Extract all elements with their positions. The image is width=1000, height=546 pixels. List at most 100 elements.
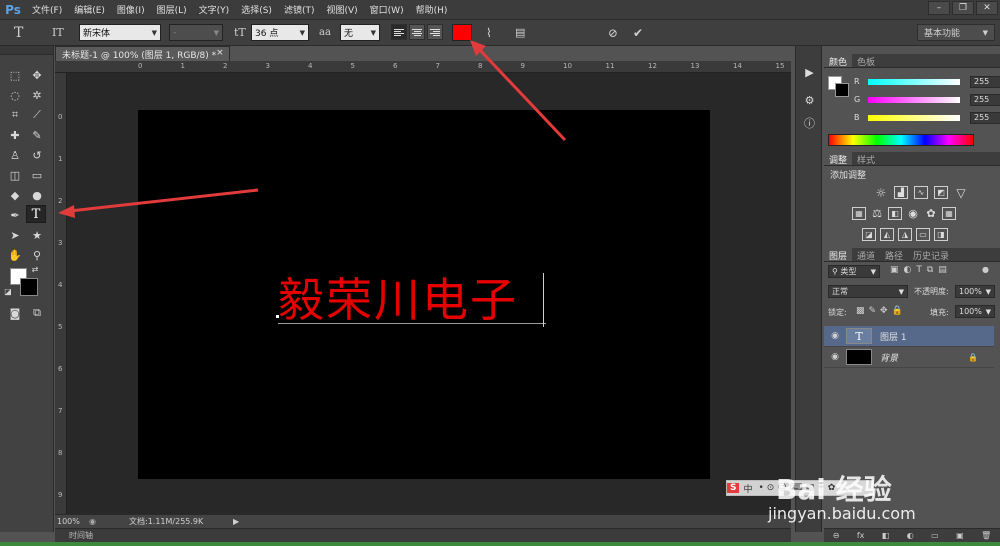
default-colors-icon[interactable]: ◪: [3, 286, 13, 296]
menu-layer[interactable]: 图层(L): [151, 3, 193, 16]
tab-history[interactable]: 历史记录: [908, 248, 954, 262]
vertical-ruler[interactable]: 0 1 2 3 4 5 6 7 8 9: [55, 73, 67, 514]
info-icon[interactable]: ⓘ: [801, 114, 818, 131]
levels-icon[interactable]: ▟: [894, 186, 908, 199]
align-center-button[interactable]: [409, 24, 425, 40]
canvas-text-layer[interactable]: 毅荣川电子: [278, 270, 518, 330]
selective-color-icon[interactable]: ◨: [934, 228, 948, 241]
blue-slider[interactable]: B 255: [854, 111, 1000, 124]
layer-row-background[interactable]: ◉ 背景 🔒: [824, 347, 994, 368]
layer-name[interactable]: 背景: [880, 351, 968, 364]
red-value[interactable]: 255: [970, 75, 1000, 88]
menu-view[interactable]: 视图(V): [320, 3, 363, 16]
background-color-swatch[interactable]: [20, 278, 38, 296]
font-style-select[interactable]: - ▼: [169, 24, 223, 41]
history-brush-icon[interactable]: ↺: [27, 146, 47, 164]
menu-type[interactable]: 文字(Y): [193, 3, 236, 16]
tab-layers[interactable]: 图层: [824, 248, 853, 262]
red-track[interactable]: [868, 78, 960, 85]
color-spectrum[interactable]: [828, 134, 974, 146]
opacity-field[interactable]: 100% ▼: [955, 285, 995, 298]
layer-filter-icons[interactable]: ▣◐T⧉▤: [890, 265, 952, 275]
tab-styles[interactable]: 样式: [852, 152, 880, 166]
dodge-tool-icon[interactable]: ●: [27, 186, 47, 204]
tab-paths[interactable]: 路径: [880, 248, 908, 262]
filter-toggle-icon[interactable]: ●: [982, 265, 992, 277]
close-button[interactable]: ✕: [976, 1, 998, 15]
brightness-icon[interactable]: ☼: [874, 186, 888, 200]
brush-tool-icon[interactable]: ✎: [27, 126, 47, 144]
blue-track[interactable]: [868, 114, 960, 121]
blend-mode-select[interactable]: 正常 ▼: [828, 285, 908, 298]
align-left-button[interactable]: [391, 24, 407, 40]
green-slider[interactable]: G 255: [854, 93, 1000, 106]
color-panel-background[interactable]: [835, 83, 849, 97]
layer-row-text[interactable]: ◉ T 图层 1: [824, 326, 994, 347]
minimize-button[interactable]: –: [928, 1, 950, 15]
fill-field[interactable]: 100% ▼: [955, 305, 995, 318]
blur-tool-icon[interactable]: ◆: [5, 186, 25, 204]
color-balance-icon[interactable]: ⚖: [870, 207, 884, 220]
clone-stamp-icon[interactable]: ♙: [5, 146, 25, 164]
tool-presets-icon[interactable]: ⚙: [801, 92, 818, 109]
tab-adjustments[interactable]: 调整: [824, 152, 853, 166]
eyedropper-icon[interactable]: ⟋: [27, 106, 47, 124]
antialias-select[interactable]: 无 ▼: [340, 24, 380, 41]
magic-wand-icon[interactable]: ✲: [27, 86, 47, 104]
timeline-panel[interactable]: 时间轴: [55, 528, 791, 542]
status-menu-arrow-icon[interactable]: ▶: [233, 517, 239, 526]
status-info-icon[interactable]: ◉: [89, 517, 129, 526]
character-panel-icon[interactable]: ▤: [515, 24, 525, 41]
photo-filter-icon[interactable]: ◉: [906, 207, 920, 220]
menu-file[interactable]: 文件(F): [26, 3, 68, 16]
tab-channels[interactable]: 通道: [852, 248, 880, 262]
menu-edit[interactable]: 编辑(E): [68, 3, 111, 16]
vibrance-icon[interactable]: ▽: [954, 186, 968, 200]
green-track[interactable]: [868, 96, 960, 103]
maximize-button[interactable]: ❐: [952, 1, 974, 15]
menu-filter[interactable]: 滤镜(T): [278, 3, 321, 16]
channel-mixer-icon[interactable]: ✿: [924, 207, 938, 220]
play-action-icon[interactable]: ▶: [801, 64, 818, 81]
marquee-tool-icon[interactable]: ⬚: [5, 66, 25, 84]
screen-mode-icon[interactable]: ⧉: [27, 304, 47, 322]
invert-icon[interactable]: ◪: [862, 228, 876, 241]
menu-select[interactable]: 选择(S): [235, 3, 278, 16]
visibility-eye-icon[interactable]: ◉: [824, 352, 846, 362]
move-tool-icon[interactable]: ✥: [27, 66, 47, 84]
tab-swatches[interactable]: 色板: [852, 54, 880, 68]
curves-icon[interactable]: ∿: [914, 186, 928, 199]
gradient-tool-icon[interactable]: ▭: [27, 166, 47, 184]
text-orientation-icon[interactable]: IT: [52, 24, 64, 41]
type-tool-icon[interactable]: T: [26, 205, 46, 223]
font-size-select[interactable]: 36 点 ▼: [251, 24, 309, 41]
healing-brush-icon[interactable]: ✚: [5, 126, 25, 144]
text-tool-preset-icon[interactable]: T: [14, 24, 23, 41]
cancel-icon[interactable]: ⊘: [608, 24, 618, 41]
commit-checkmark-icon[interactable]: ✔: [633, 24, 643, 41]
quick-mask-icon[interactable]: ◙: [5, 304, 25, 322]
tools-panel-header[interactable]: [0, 46, 53, 55]
layer-filter-select[interactable]: ⚲ 类型 ▼: [828, 265, 880, 278]
lock-icons[interactable]: ▩✎✥🔒: [856, 306, 907, 316]
swap-colors-icon[interactable]: ⇄: [30, 264, 40, 274]
align-right-button[interactable]: [427, 24, 443, 40]
pen-tool-icon[interactable]: ✒: [5, 206, 25, 224]
layer-name[interactable]: 图层 1: [880, 330, 907, 343]
menu-window[interactable]: 窗口(W): [364, 3, 410, 16]
horizontal-ruler[interactable]: 0 1 2 3 4 5 6 7 8 9 10 11 12 13 14 15: [55, 61, 791, 73]
close-tab-icon[interactable]: ×: [216, 48, 224, 60]
posterize-icon[interactable]: ◭: [880, 228, 894, 241]
shape-tool-icon[interactable]: ★: [27, 226, 47, 244]
red-slider[interactable]: R 255: [854, 75, 1000, 88]
hand-tool-icon[interactable]: ✋: [5, 246, 25, 264]
exposure-icon[interactable]: ◩: [934, 186, 948, 199]
warp-text-icon[interactable]: ⌇: [486, 24, 492, 41]
document-tab[interactable]: 未标题-1 @ 100% (图层 1, RGB/8) * ×: [55, 46, 230, 61]
blue-value[interactable]: 255: [970, 111, 1000, 124]
black-white-icon[interactable]: ◧: [888, 207, 902, 220]
workspace-select[interactable]: 基本功能 ▼: [917, 24, 995, 41]
hue-saturation-icon[interactable]: ▦: [852, 207, 866, 220]
eraser-tool-icon[interactable]: ◫: [5, 166, 25, 184]
font-family-select[interactable]: 新宋体 ▼: [79, 24, 161, 41]
